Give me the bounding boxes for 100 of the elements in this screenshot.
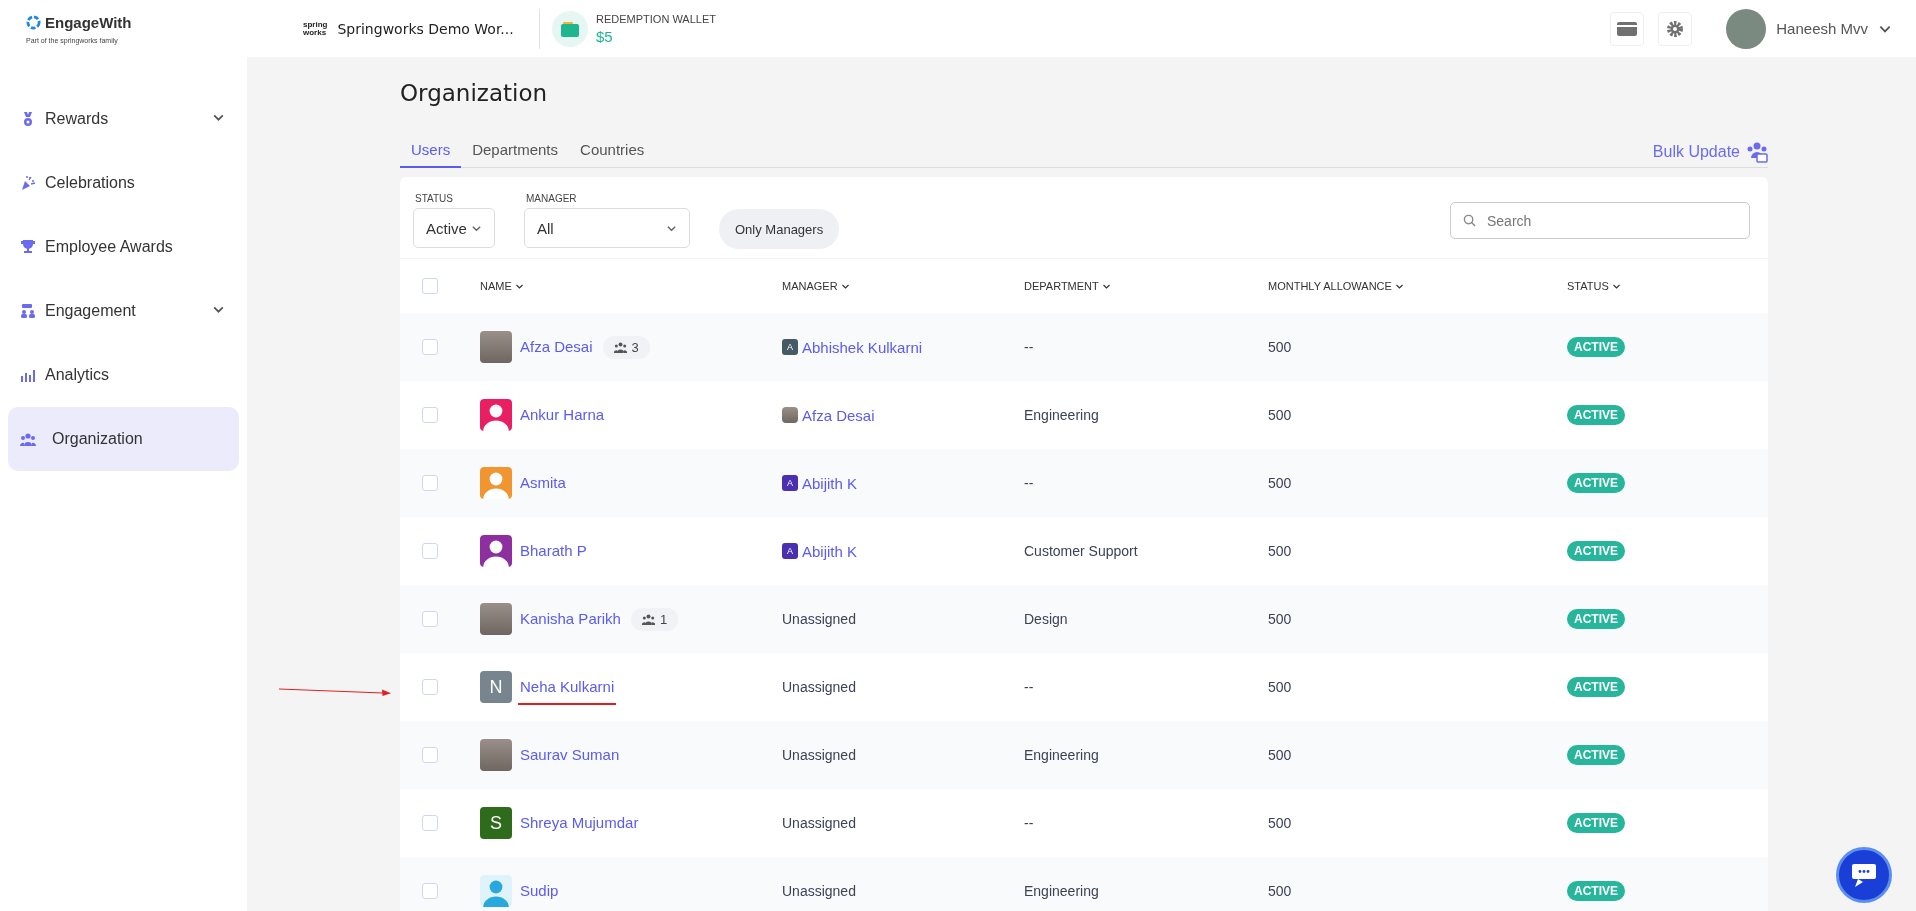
card-button[interactable]	[1610, 11, 1645, 46]
workspace-logo: spring works	[303, 20, 328, 37]
row-checkbox[interactable]	[422, 679, 438, 695]
allowance-text: 500	[1268, 543, 1293, 559]
filter-label: MANAGER	[525, 193, 578, 204]
column-header[interactable]: MANAGER	[782, 280, 838, 292]
department-text: --	[1024, 679, 1035, 695]
bar-chart-icon	[20, 367, 36, 383]
row-checkbox[interactable]	[422, 611, 438, 627]
only-managers-button[interactable]: Only Managers	[719, 209, 840, 249]
avatar-initial: A	[782, 339, 798, 355]
manager-text: Unassigned	[782, 747, 856, 763]
row-checkbox[interactable]	[422, 883, 438, 899]
search-field[interactable]: Search	[1450, 202, 1750, 239]
avatar-initial: S	[480, 807, 512, 839]
avatar-initial: A	[782, 475, 798, 491]
sidebar-item[interactable]: Analytics	[8, 343, 239, 407]
manager-link[interactable]: Abijith K	[802, 542, 858, 560]
page-title: Organization	[400, 80, 549, 106]
row-checkbox[interactable]	[422, 815, 438, 831]
allowance-text: 500	[1268, 407, 1293, 423]
user-name-link[interactable]: Ankur Harna	[520, 406, 605, 423]
department-text: Design	[1024, 611, 1069, 627]
department-text: --	[1024, 475, 1035, 491]
user-name-link[interactable]: Bharath P	[520, 542, 587, 559]
wallet-amount: $5	[596, 27, 614, 45]
photo-placeholder	[480, 331, 512, 363]
wallet-icon	[552, 10, 588, 47]
status-badge: ACTIVE	[1567, 473, 1625, 493]
column-header[interactable]: MONTHLY ALLOWANCE	[1268, 280, 1392, 292]
user-name-link[interactable]: Neha Kulkarni	[520, 678, 615, 695]
sidebar-item[interactable]: Celebrations	[8, 151, 239, 215]
row-checkbox[interactable]	[422, 543, 438, 559]
bulk-update-button[interactable]: Bulk Update	[1652, 141, 1768, 167]
user-name-link[interactable]: Asmita	[520, 474, 566, 491]
user-name-link[interactable]: Shreya Mujumdar	[520, 814, 639, 831]
trophy-icon	[20, 239, 36, 255]
confetti-icon	[20, 175, 36, 191]
sidebar-item[interactable]: Rewards	[8, 87, 239, 151]
search-icon	[1463, 214, 1476, 227]
status-badge: ACTIVE	[1567, 881, 1625, 901]
row-checkbox[interactable]	[422, 747, 438, 763]
team-count-badge: 3	[602, 335, 650, 359]
sidebar-item[interactable]: Employee Awards	[8, 215, 239, 279]
avatar-initial: A	[782, 543, 798, 559]
department-text: Engineering	[1024, 883, 1100, 899]
sidebar-item[interactable]: Organization	[8, 407, 239, 471]
status-select[interactable]: Active	[413, 208, 495, 248]
people-icon	[641, 613, 655, 625]
allowance-text: 500	[1268, 747, 1293, 763]
row-checkbox[interactable]	[422, 475, 438, 491]
photo-placeholder	[480, 739, 512, 771]
row-checkbox[interactable]	[422, 407, 438, 423]
user-name[interactable]: Haneesh Mvv	[1776, 20, 1868, 37]
chat-button[interactable]	[1836, 847, 1892, 903]
photo-placeholder	[480, 603, 512, 635]
team-count-badge: 1	[630, 607, 679, 631]
sidebar-item[interactable]: Engagement	[8, 279, 239, 343]
people-blocks-icon	[20, 303, 36, 319]
settings-button[interactable]	[1658, 11, 1693, 46]
workspace-name[interactable]: Springworks Demo Wor...	[337, 20, 514, 37]
department-text: Engineering	[1024, 407, 1100, 423]
select-all-checkbox[interactable]	[422, 278, 438, 294]
photo-placeholder	[782, 407, 798, 423]
manager-link[interactable]: Afza Desai	[802, 406, 875, 424]
allowance-text: 500	[1268, 611, 1293, 627]
column-header[interactable]: DEPARTMENT	[1024, 280, 1099, 292]
brand-name: EngageWith	[45, 13, 132, 31]
people-icon	[20, 431, 36, 447]
column-header[interactable]: NAME	[480, 280, 512, 292]
department-text: --	[1024, 339, 1035, 355]
tab[interactable]: Countries	[569, 137, 656, 168]
department-text: --	[1024, 815, 1035, 831]
manager-select[interactable]: All	[524, 208, 690, 248]
allowance-text: 500	[1268, 679, 1293, 695]
allowance-text: 500	[1268, 339, 1293, 355]
manager-text: Unassigned	[782, 679, 856, 695]
manager-link[interactable]: Abijith K	[802, 474, 858, 492]
allowance-text: 500	[1268, 815, 1293, 831]
status-badge: ACTIVE	[1567, 337, 1625, 357]
allowance-text: 500	[1268, 883, 1293, 899]
user-name-link[interactable]: Kanisha Parikh	[520, 610, 621, 627]
status-badge: ACTIVE	[1567, 677, 1625, 697]
manager-text: Unassigned	[782, 883, 856, 899]
tab[interactable]: Departments	[461, 137, 570, 168]
row-checkbox[interactable]	[422, 339, 438, 355]
status-badge: ACTIVE	[1567, 745, 1625, 765]
manager-link[interactable]: Abhishek Kulkarni	[802, 338, 923, 356]
column-header[interactable]: STATUS	[1567, 280, 1609, 292]
logo-icon	[26, 14, 41, 30]
user-name-link[interactable]: Saurav Suman	[520, 746, 620, 763]
tab[interactable]: Users	[400, 137, 462, 168]
avatar-initial: N	[480, 671, 512, 703]
people-icon	[1746, 141, 1768, 163]
user-name-link[interactable]: Afza Desai	[520, 338, 593, 355]
status-badge: ACTIVE	[1567, 541, 1625, 561]
status-badge: ACTIVE	[1567, 813, 1625, 833]
user-avatar[interactable]	[1726, 8, 1767, 49]
user-name-link[interactable]: Sudip	[520, 882, 559, 899]
status-badge: ACTIVE	[1567, 609, 1625, 629]
